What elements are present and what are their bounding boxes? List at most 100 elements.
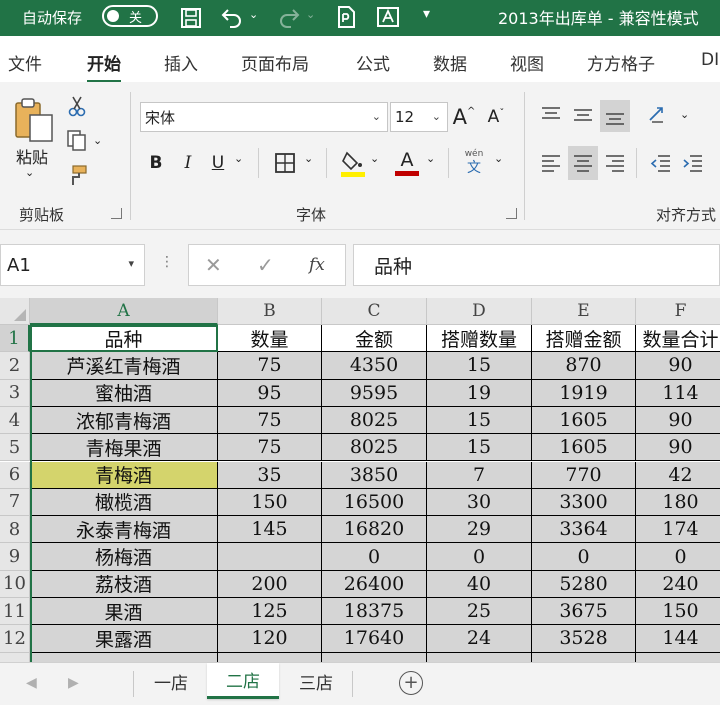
align-top-icon[interactable]	[538, 102, 564, 128]
cell-a2[interactable]: 芦溪红青梅酒	[30, 352, 218, 380]
increase-indent-icon[interactable]	[680, 150, 706, 176]
phonetic-guide-button[interactable]: wén 文	[460, 146, 488, 178]
cell-c2[interactable]: 4350	[322, 352, 427, 380]
row-header-6[interactable]: 6	[0, 461, 30, 489]
cell-f8[interactable]: 174	[636, 516, 720, 544]
paste-icon[interactable]	[12, 96, 56, 144]
cell-c7[interactable]: 16500	[322, 488, 427, 517]
cell-e1[interactable]: 搭赠金额	[532, 325, 636, 353]
cell-c8[interactable]: 16820	[322, 516, 427, 544]
redo-icon[interactable]	[275, 4, 303, 30]
document-scan-icon[interactable]	[334, 4, 358, 30]
undo-icon[interactable]	[218, 4, 246, 30]
cell-c3[interactable]: 9595	[322, 379, 427, 407]
cell-d5[interactable]: 15	[427, 434, 532, 462]
tab-view[interactable]: 视图	[510, 50, 544, 75]
align-center-icon[interactable]	[568, 146, 598, 180]
row-header-7[interactable]: 7	[0, 488, 30, 517]
cell-e9[interactable]: 0	[532, 543, 636, 571]
row-header-10[interactable]: 10	[0, 570, 30, 598]
cell-f3[interactable]: 114	[636, 379, 720, 407]
save-icon[interactable]	[178, 6, 204, 30]
cell-b9[interactable]	[218, 543, 322, 571]
cell-a1[interactable]: 品种	[30, 325, 218, 353]
bold-button[interactable]: B	[146, 148, 166, 178]
formula-bar-grip-icon[interactable]: ⋮	[160, 254, 174, 270]
cell-f5[interactable]: 90	[636, 434, 720, 462]
copy-icon[interactable]	[64, 127, 90, 153]
cell-b4[interactable]: 75	[218, 406, 322, 435]
redo-dropdown-icon[interactable]: ⌄	[306, 8, 315, 21]
cell-b5[interactable]: 75	[218, 434, 322, 462]
cell-d6[interactable]: 7	[427, 461, 532, 489]
cell-d10[interactable]: 40	[427, 570, 532, 598]
tab-insert[interactable]: 插入	[164, 50, 198, 75]
name-box[interactable]: A1 ▾	[0, 244, 145, 286]
align-right-icon[interactable]	[602, 150, 628, 176]
text-box-icon[interactable]	[375, 5, 401, 29]
cell-partial-row[interactable]	[218, 652, 322, 662]
row-header-9[interactable]: 9	[0, 543, 30, 571]
cell-partial-row[interactable]	[427, 652, 532, 662]
format-painter-icon[interactable]	[64, 162, 90, 188]
grow-font-button[interactable]: A ^	[452, 102, 476, 132]
cancel-icon[interactable]: ✕	[205, 253, 222, 277]
row-header-8[interactable]: 8	[0, 516, 30, 544]
fill-color-icon[interactable]	[340, 148, 366, 178]
row-header-11[interactable]: 11	[0, 598, 30, 626]
cell-f9[interactable]: 0	[636, 543, 720, 571]
font-size-select[interactable]: 12 ⌄	[390, 102, 448, 132]
cell-a6[interactable]: 青梅酒	[30, 461, 218, 489]
underline-dropdown-icon[interactable]: ⌄	[234, 152, 243, 165]
font-launcher-icon[interactable]	[506, 208, 517, 219]
cell-a8[interactable]: 永泰青梅酒	[30, 516, 218, 544]
cell-d2[interactable]: 15	[427, 352, 532, 380]
cell-f7[interactable]: 180	[636, 488, 720, 517]
underline-button[interactable]: U	[208, 148, 228, 178]
shrink-font-button[interactable]: Aˇ	[484, 102, 508, 132]
cell-d9[interactable]: 0	[427, 543, 532, 571]
cell-e6[interactable]: 770	[532, 461, 636, 489]
cell-partial-row[interactable]	[636, 652, 720, 662]
cell-c6[interactable]: 3850	[322, 461, 427, 489]
cell-e5[interactable]: 1605	[532, 434, 636, 462]
cell-b12[interactable]: 120	[218, 625, 322, 653]
clipboard-launcher-icon[interactable]	[111, 208, 122, 219]
prev-sheet-icon[interactable]: ◀	[26, 675, 37, 691]
cell-d7[interactable]: 30	[427, 488, 532, 517]
column-header-d[interactable]: D	[427, 298, 532, 325]
copy-dropdown-icon[interactable]: ⌄	[93, 134, 102, 147]
fill-color-dropdown-icon[interactable]: ⌄	[370, 152, 379, 165]
borders-icon[interactable]	[272, 150, 298, 176]
tab-data[interactable]: 数据	[433, 50, 467, 75]
cell-e8[interactable]: 3364	[532, 516, 636, 544]
formula-input[interactable]: 品种	[353, 244, 720, 286]
paste-label[interactable]: 粘贴	[12, 144, 52, 168]
cell-d8[interactable]: 29	[427, 516, 532, 544]
cell-d11[interactable]: 25	[427, 598, 532, 626]
cell-e10[interactable]: 5280	[532, 570, 636, 598]
cell-f10[interactable]: 240	[636, 570, 720, 598]
cell-b8[interactable]: 145	[218, 516, 322, 544]
cell-e3[interactable]: 1919	[532, 379, 636, 407]
phonetic-dropdown-icon[interactable]: ⌄	[494, 152, 503, 165]
cell-c5[interactable]: 8025	[322, 434, 427, 462]
cell-partial-row[interactable]	[30, 652, 218, 662]
tab-formulas[interactable]: 公式	[356, 50, 390, 75]
column-header-b[interactable]: B	[218, 298, 322, 325]
autosave-toggle[interactable]: 关	[102, 5, 158, 27]
cell-d12[interactable]: 24	[427, 625, 532, 653]
cell-a12[interactable]: 果露酒	[30, 625, 218, 653]
align-bottom-icon[interactable]	[600, 100, 630, 132]
tab-page-layout[interactable]: 页面布局	[241, 50, 309, 75]
cell-f6[interactable]: 42	[636, 461, 720, 489]
cell-a4[interactable]: 浓郁青梅酒	[30, 406, 218, 435]
cell-c1[interactable]: 金额	[322, 325, 427, 353]
cell-e2[interactable]: 870	[532, 352, 636, 380]
cell-f4[interactable]: 90	[636, 406, 720, 435]
cell-a9[interactable]: 杨梅酒	[30, 543, 218, 571]
cell-c9[interactable]: 0	[322, 543, 427, 571]
cell-c11[interactable]: 18375	[322, 598, 427, 626]
row-header-5[interactable]: 5	[0, 434, 30, 462]
cut-icon[interactable]	[66, 94, 88, 118]
